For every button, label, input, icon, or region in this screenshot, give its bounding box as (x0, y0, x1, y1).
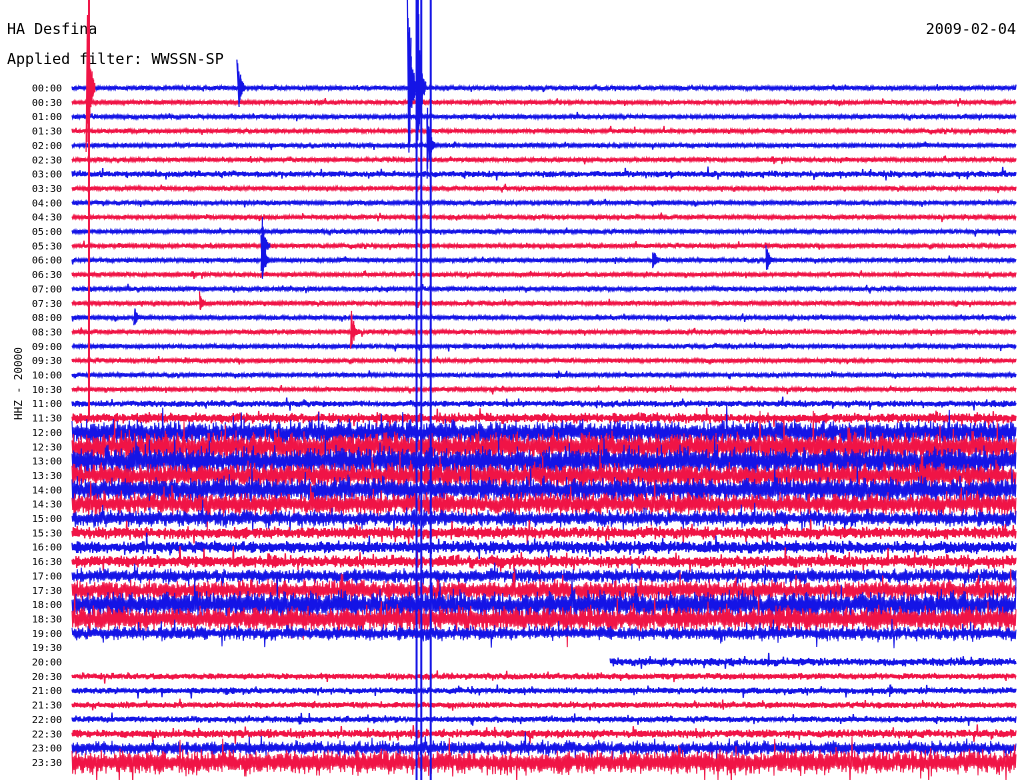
time-tick-label: 10:00 (32, 371, 62, 382)
trace-line (71, 341, 1017, 352)
trace-line (71, 125, 1017, 136)
time-tick-label: 19:00 (32, 629, 62, 640)
time-tick-label: 15:30 (32, 528, 62, 539)
time-tick-label: 17:00 (32, 571, 62, 582)
time-tick-label: 01:00 (32, 112, 62, 123)
time-tick-label: 07:30 (32, 299, 62, 310)
trace-line (71, 384, 1017, 395)
time-tick-label: 00:30 (32, 98, 62, 109)
time-tick-label: 20:00 (32, 658, 62, 669)
trace-line (71, 712, 1017, 726)
trace-line (71, 198, 1017, 208)
trace-line (71, 212, 1017, 223)
time-tick-label: 10:30 (32, 385, 62, 396)
time-tick-label: 09:30 (32, 356, 62, 367)
trace-line (71, 166, 1017, 181)
time-tick-label: 07:00 (32, 284, 62, 295)
time-tick-label: 14:00 (32, 485, 62, 496)
trace-line (71, 227, 1017, 237)
trace-line (71, 283, 1017, 294)
time-tick-label: 09:00 (32, 342, 62, 353)
event-spike (652, 252, 662, 269)
helicorder-plot: 00:00 00:30 01:00 01:30 02:00 02:30 03:00 03:30… (32, 0, 1017, 780)
time-tick-label: 08:30 (32, 327, 62, 338)
trace-line (71, 670, 1017, 684)
time-tick-label: 23:30 (32, 758, 62, 769)
time-tick-label: 14:30 (32, 500, 62, 511)
time-tick-label: 21:30 (32, 701, 62, 712)
time-tick-label: 21:00 (32, 686, 62, 697)
event-spike (198, 291, 210, 311)
trace-line (71, 684, 1017, 699)
event-spike (889, 684, 898, 697)
time-tick-label: 04:00 (32, 198, 62, 209)
trace-line (71, 183, 1017, 194)
time-tick-label: 23:00 (32, 744, 62, 755)
time-tick-label: 05:30 (32, 241, 62, 252)
trace-line (71, 240, 1017, 251)
time-tick-label: 11:30 (32, 414, 62, 425)
time-tick-label: 22:00 (32, 715, 62, 726)
time-tick-label: 18:00 (32, 600, 62, 611)
time-tick-label: 00:00 (32, 84, 62, 95)
time-tick-label: 08:00 (32, 313, 62, 324)
time-tick-label: 22:30 (32, 729, 62, 740)
time-tick-label: 20:30 (32, 672, 62, 683)
seismogram-traces (71, 0, 1017, 780)
time-tick-label: 03:00 (32, 170, 62, 181)
time-tick-label: 16:00 (32, 543, 62, 554)
time-tick-label: 19:30 (32, 643, 62, 654)
time-tick-label: 12:30 (32, 442, 62, 453)
time-tick-label: 15:00 (32, 514, 62, 525)
trace-line (71, 255, 1017, 265)
time-tick-label: 12:00 (32, 428, 62, 439)
trace-line (71, 370, 1017, 380)
time-tick-label: 02:00 (32, 141, 62, 152)
time-tick-label: 02:30 (32, 155, 62, 166)
trace-line (71, 396, 1017, 411)
time-tick-label: 13:30 (32, 471, 62, 482)
time-tick-label: 03:30 (32, 184, 62, 195)
time-tick-label: 06:30 (32, 270, 62, 281)
trace-line (71, 327, 1017, 337)
trace-line (71, 83, 1017, 93)
trace-line (71, 698, 1017, 711)
trace-line (71, 155, 1017, 165)
trace-line (71, 313, 1017, 323)
time-tick-label: 16:30 (32, 557, 62, 568)
trace-line (71, 356, 1017, 365)
time-tick-labels: 00:00 00:30 01:00 01:30 02:00 02:30 03:00 03:30… (32, 84, 62, 769)
event-spike (133, 308, 144, 326)
time-tick-label: 18:30 (32, 614, 62, 625)
trace-line (71, 97, 1017, 107)
trace-line (71, 270, 1017, 280)
time-tick-label: 17:30 (32, 586, 62, 597)
trace-line (71, 141, 1017, 151)
time-tick-label: 06:00 (32, 256, 62, 267)
time-tick-label: 11:00 (32, 399, 62, 410)
event-spike (765, 245, 776, 270)
time-tick-label: 05:00 (32, 227, 62, 238)
time-tick-label: 13:00 (32, 457, 62, 468)
time-tick-label: 04:30 (32, 213, 62, 224)
trace-line (71, 736, 1017, 780)
time-tick-label: 01:30 (32, 127, 62, 138)
trace-line (71, 724, 1017, 744)
trace-line (71, 298, 1017, 308)
trace-line (71, 111, 1017, 122)
trace-line (609, 652, 1017, 669)
